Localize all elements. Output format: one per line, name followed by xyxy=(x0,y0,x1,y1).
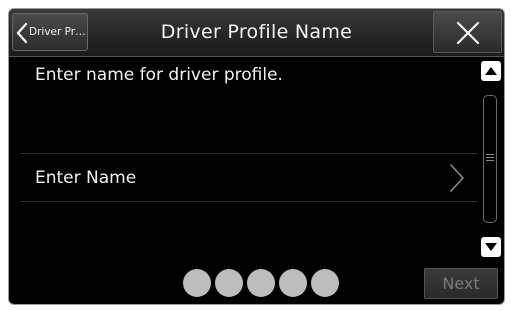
chevron-left-icon xyxy=(16,22,28,44)
screen-frame: Driver Pr… Driver Profile Name Enter nam… xyxy=(8,8,505,305)
back-button[interactable]: Driver Pr… xyxy=(12,13,88,51)
page-dot xyxy=(311,269,339,297)
page-dot xyxy=(183,269,211,297)
enter-name-row[interactable]: Enter Name xyxy=(21,154,477,202)
page-dot xyxy=(247,269,275,297)
scroll-down-button[interactable] xyxy=(481,237,501,257)
scrollbar-grip-line xyxy=(486,157,494,158)
page-title: Driver Profile Name xyxy=(160,21,353,43)
chevron-right-icon xyxy=(449,163,465,197)
next-button[interactable]: Next xyxy=(424,268,498,299)
back-button-label: Driver Pr… xyxy=(29,26,86,38)
divider xyxy=(21,201,477,202)
scroll-up-button[interactable] xyxy=(481,61,501,81)
scrollbar-grip-line xyxy=(486,160,494,161)
page-dot xyxy=(215,269,243,297)
enter-name-label: Enter Name xyxy=(35,168,137,188)
instruction-text: Enter name for driver profile. xyxy=(35,65,283,85)
close-button[interactable] xyxy=(433,11,502,53)
scrollbar-grip-line xyxy=(486,154,494,155)
title-bar: Driver Pr… Driver Profile Name xyxy=(9,9,504,57)
page-dot xyxy=(279,269,307,297)
scrollbar-track[interactable] xyxy=(483,95,497,223)
